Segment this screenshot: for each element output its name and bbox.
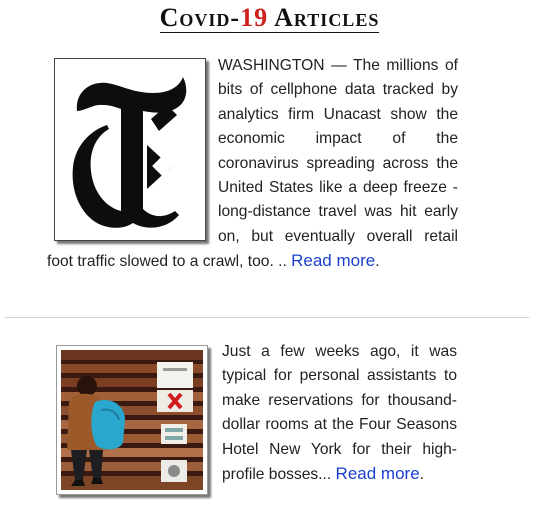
divider <box>5 317 529 318</box>
article-card: Just a few weeks ago, it was typical for… <box>56 340 457 501</box>
article-thumbnail[interactable] <box>54 58 206 241</box>
read-more-link[interactable]: Read more <box>291 251 375 270</box>
article-trailing-punct: . <box>375 253 380 271</box>
article-body: Just a few weeks ago, it was typical for… <box>222 343 457 484</box>
page-title: Covid-19 Articles <box>0 0 539 34</box>
page-title-underline: Covid-19 Articles <box>159 3 380 33</box>
page-title-number: 19 <box>240 3 269 32</box>
read-more-link[interactable]: Read more <box>336 464 420 483</box>
article-card: WASHINGTON — The millions of bits of cel… <box>47 54 458 275</box>
elevator-passenger-photo-icon <box>61 350 203 490</box>
page-title-prefix: Covid- <box>159 3 241 32</box>
nyt-t-logo-icon <box>55 59 205 240</box>
article-thumbnail[interactable] <box>56 345 208 495</box>
article-trailing-punct: . <box>419 466 424 484</box>
page-title-suffix: Articles <box>268 3 380 32</box>
